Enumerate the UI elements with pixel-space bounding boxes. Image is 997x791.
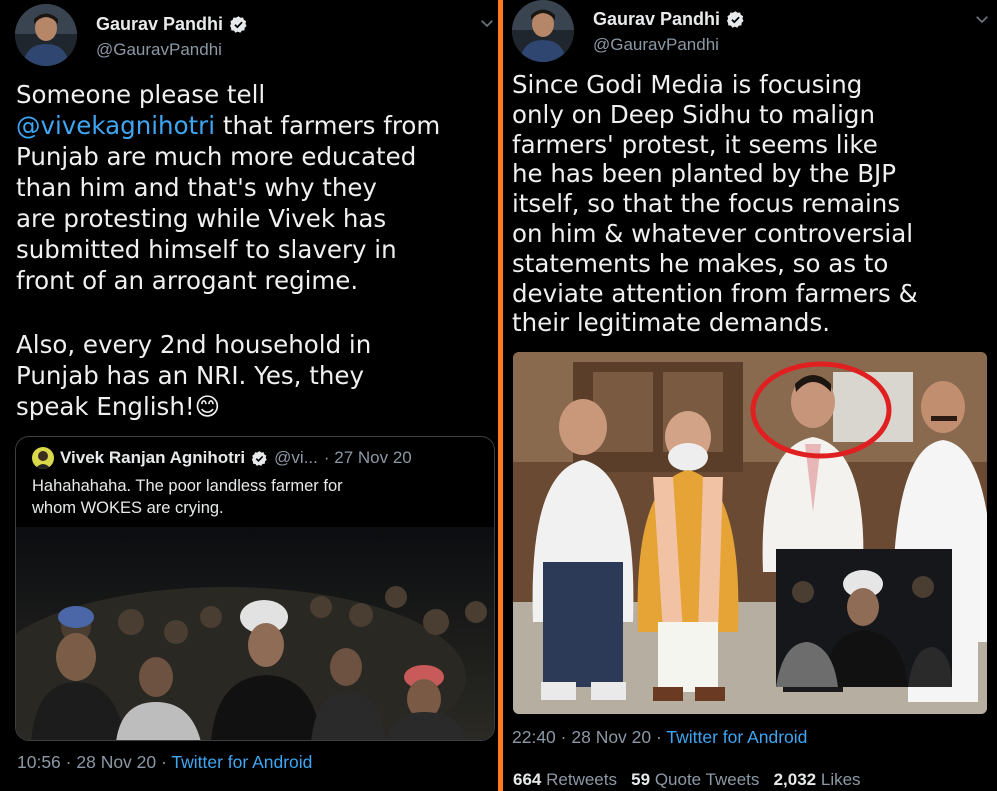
likes-label: Likes [820, 770, 861, 789]
tweet-meta: 22:40 · 28 Nov 20 · Twitter for Android [512, 727, 807, 748]
tweet-date[interactable]: · 28 Nov 20 · [66, 752, 167, 772]
quoted-author-name: Vivek Ranjan Agnihotri [60, 448, 246, 467]
tweet-text: Someone please tell @vivekagnihotri that… [16, 79, 496, 296]
author-handle[interactable]: @GauravPandhi [593, 35, 719, 55]
retweets-stat[interactable]: 664 Retweets [513, 770, 617, 789]
author-name[interactable]: Gaurav Pandhi [96, 14, 223, 35]
author-handle[interactable]: @GauravPandhi [96, 40, 222, 60]
quoted-author-avatar[interactable] [32, 447, 54, 469]
right-tweet: Gaurav Pandhi @GauravPandhi Since Godi M… [503, 0, 997, 791]
quoted-tweet[interactable]: Vivek Ranjan Agnihotri @vi... · 27 Nov 2… [15, 436, 495, 741]
verified-badge-icon [252, 450, 267, 466]
quoted-header: Vivek Ranjan Agnihotri @vi... · 27 Nov 2… [32, 447, 412, 469]
quoted-video-thumbnail[interactable] [16, 527, 495, 741]
mention-link[interactable]: @vivekagnihotri [16, 111, 215, 140]
quote-tweets-label: Quote Tweets [654, 770, 760, 789]
tweet-time[interactable]: 22:40 [512, 727, 556, 747]
quoted-date: · 27 Nov 20 [323, 448, 412, 467]
tweet-source-link[interactable]: Twitter for Android [171, 752, 312, 772]
tweet-date[interactable]: · 28 Nov 20 · [561, 727, 662, 747]
retweets-label: Retweets [546, 770, 617, 789]
chevron-down-icon[interactable] [973, 10, 991, 28]
tweet-time[interactable]: 10:56 [17, 752, 61, 772]
tweet-text-body: Punjab are much more educated than him a… [16, 142, 417, 295]
author-name[interactable]: Gaurav Pandhi [593, 9, 720, 30]
tweet-text-para2: Also, every 2nd household in Punjab has … [16, 330, 372, 421]
tweet-stats: 664 Retweets 59 Quote Tweets 2,032 Likes [513, 770, 861, 790]
likes-stat[interactable]: 2,032 Likes [774, 770, 861, 789]
left-tweet: Gaurav Pandhi @GauravPandhi Someone plea… [0, 0, 498, 791]
quoted-text: Hahahahaha. The poor landless farmer for… [32, 477, 343, 517]
quote-tweets-count: 59 [631, 770, 651, 789]
author-name-row: Gaurav Pandhi [96, 14, 248, 35]
chevron-down-icon[interactable] [478, 14, 496, 32]
tweet-photo[interactable] [513, 352, 987, 714]
tweet-text-after-mention: that farmers from [215, 111, 441, 140]
author-avatar[interactable] [512, 0, 574, 62]
author-name-row: Gaurav Pandhi [593, 9, 745, 30]
smile-emoji: 😊 [194, 392, 221, 421]
retweets-count: 664 [513, 770, 542, 789]
tweet-text-paragraph-2: Also, every 2nd household in Punjab has … [16, 329, 496, 422]
tweet-text: Since Godi Media is focusing only on Dee… [512, 70, 918, 338]
verified-badge-icon [726, 11, 744, 28]
likes-count: 2,032 [773, 770, 817, 789]
tweet-meta: 10:56 · 28 Nov 20 · Twitter for Android [17, 752, 312, 773]
tweet-source-link[interactable]: Twitter for Android [666, 727, 807, 747]
tweet-text-line1: Someone please tell [16, 80, 266, 109]
verified-badge-icon [229, 16, 247, 33]
author-avatar[interactable] [15, 4, 77, 66]
quote-tweets-stat[interactable]: 59 Quote Tweets [631, 770, 759, 789]
quoted-author-handle: @vi... [274, 448, 318, 467]
